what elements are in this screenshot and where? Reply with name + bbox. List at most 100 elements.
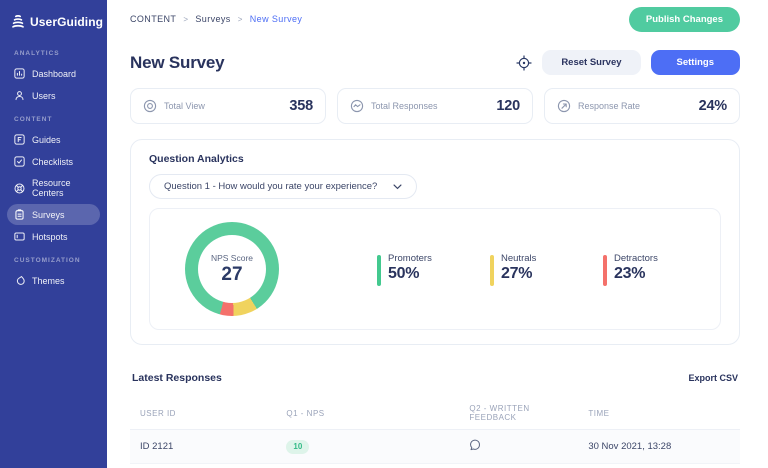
sidebar-section-analytics: ANALYTICS xyxy=(0,41,107,62)
breadcrumb-current: New Survey xyxy=(250,14,303,24)
legend-item-promoters: Promoters 50% xyxy=(377,253,434,286)
nps-score-value: 27 xyxy=(221,264,242,286)
neutrals-color-bar xyxy=(490,255,494,286)
export-csv-button[interactable]: Export CSV xyxy=(688,371,738,385)
breadcrumb-parent[interactable]: Surveys xyxy=(195,14,230,24)
feedback-cell: – xyxy=(459,464,578,468)
breadcrumb-root: CONTENT xyxy=(130,14,176,24)
nps-donut: NPS Score 27 xyxy=(185,222,279,316)
question-select-value: Question 1 - How would you rate your exp… xyxy=(164,181,377,192)
nps-legend: Promoters 50% Neutrals 27% xyxy=(377,253,660,286)
legend-value: 50% xyxy=(388,265,432,283)
sidebar-item-label: Resource Centers xyxy=(32,178,93,198)
sidebar-item-surveys[interactable]: Surveys xyxy=(7,204,100,225)
top-bar: CONTENT > Surveys > New Survey Publish C… xyxy=(130,0,740,38)
sidebar-item-guides[interactable]: Guides xyxy=(7,129,100,150)
resource-centers-icon xyxy=(14,183,25,194)
sidebar-item-dashboard[interactable]: Dashboard xyxy=(7,63,100,84)
sidebar-item-resource-centers[interactable]: Resource Centers xyxy=(7,173,100,203)
time-cell: 30 Nov 2021, 13:28 xyxy=(578,430,740,464)
sidebar-section-customization: CUSTOMIZATION xyxy=(0,248,107,269)
legend-item-neutrals: Neutrals 27% xyxy=(490,253,547,286)
feedback-cell xyxy=(459,430,578,464)
stat-value: 24% xyxy=(699,98,727,114)
total-view-icon xyxy=(143,99,157,113)
stat-card-total-view: Total View 358 xyxy=(130,88,326,124)
stat-card-total-responses: Total Responses 120 xyxy=(337,88,533,124)
stat-label: Total Responses xyxy=(371,101,438,111)
page-title: New Survey xyxy=(130,53,224,73)
sidebar-item-hotspots[interactable]: Hotspots xyxy=(7,226,100,247)
promoters-color-bar xyxy=(377,255,381,286)
comment-bubble-icon[interactable] xyxy=(469,439,481,451)
stats-row: Total View 358 Total Responses 120 xyxy=(130,88,740,124)
user-id-cell: ID 2122 xyxy=(130,464,276,468)
table-header-row: USER ID Q1 - NPS Q2 - WRITTEN FEEDBACK T… xyxy=(130,397,740,430)
stat-value: 120 xyxy=(496,98,520,114)
sidebar-item-label: Guides xyxy=(32,135,61,145)
sidebar-item-label: Surveys xyxy=(32,210,65,220)
sidebar: UserGuiding ANALYTICS Dashboard Users CO… xyxy=(0,0,107,468)
latest-responses-section: Latest Responses Export CSV USER ID Q1 -… xyxy=(130,371,740,468)
table-row[interactable]: ID 2122 5 – 28 Nov 2021, 23:01 xyxy=(130,464,740,468)
sidebar-section-content: CONTENT xyxy=(0,107,107,128)
nps-score-label: NPS Score xyxy=(211,253,253,263)
reset-survey-button[interactable]: Reset Survey xyxy=(542,50,640,75)
settings-button[interactable]: Settings xyxy=(651,50,740,75)
response-rate-icon xyxy=(557,99,571,113)
legend-label: Neutrals xyxy=(501,253,536,264)
chevron-down-icon xyxy=(393,184,402,190)
hotspots-icon xyxy=(14,231,25,242)
nps-donut-center: NPS Score 27 xyxy=(198,235,266,303)
breadcrumb-separator: > xyxy=(183,15,188,24)
publish-changes-button[interactable]: Publish Changes xyxy=(629,7,740,32)
legend-value: 23% xyxy=(614,265,658,283)
title-actions: Reset Survey Settings xyxy=(516,50,740,75)
column-header-time: TIME xyxy=(578,397,740,430)
breadcrumb-separator: > xyxy=(238,15,243,24)
question-select-dropdown[interactable]: Question 1 - How would you rate your exp… xyxy=(149,174,417,199)
user-id-cell: ID 2121 xyxy=(130,430,276,464)
table-row[interactable]: ID 2121 10 30 Nov 2021, 13:28 xyxy=(130,430,740,464)
sidebar-item-label: Themes xyxy=(32,276,65,286)
sidebar-item-label: Users xyxy=(32,91,56,101)
target-preview-button[interactable] xyxy=(516,55,532,71)
stat-label: Total View xyxy=(164,101,205,111)
nps-score-badge: 10 xyxy=(286,440,309,454)
column-header-q1-nps: Q1 - NPS xyxy=(276,397,459,430)
themes-icon xyxy=(14,275,25,286)
users-icon xyxy=(14,90,25,101)
sidebar-item-label: Dashboard xyxy=(32,69,76,79)
latest-responses-header: Latest Responses Export CSV xyxy=(130,371,740,385)
logo-text: UserGuiding xyxy=(30,15,103,29)
nps-chart-panel: NPS Score 27 Promoters 50% xyxy=(149,208,721,330)
nps-cell: 5 xyxy=(276,464,459,468)
sidebar-item-themes[interactable]: Themes xyxy=(7,270,100,291)
legend-value: 27% xyxy=(501,265,536,283)
dashboard-icon xyxy=(14,68,25,79)
breadcrumb: CONTENT > Surveys > New Survey xyxy=(130,14,302,24)
userguiding-logo-icon xyxy=(11,14,25,29)
nps-cell: 10 xyxy=(276,430,459,464)
sidebar-item-label: Hotspots xyxy=(32,232,68,242)
legend-item-detractors: Detractors 23% xyxy=(603,253,660,286)
column-header-user-id: USER ID xyxy=(130,397,276,430)
app-window: UserGuiding ANALYTICS Dashboard Users CO… xyxy=(0,0,768,468)
latest-responses-title: Latest Responses xyxy=(132,372,222,384)
surveys-icon xyxy=(14,209,25,220)
sidebar-item-users[interactable]: Users xyxy=(7,85,100,106)
stat-value: 358 xyxy=(289,98,313,114)
detractors-color-bar xyxy=(603,255,607,286)
column-header-q2-feedback: Q2 - WRITTEN FEEDBACK xyxy=(459,397,578,430)
time-cell: 28 Nov 2021, 23:01 xyxy=(578,464,740,468)
sidebar-item-checklists[interactable]: Checklists xyxy=(7,151,100,172)
stat-label: Response Rate xyxy=(578,101,640,111)
guides-icon xyxy=(14,134,25,145)
total-responses-icon xyxy=(350,99,364,113)
sidebar-item-label: Checklists xyxy=(32,157,73,167)
title-row: New Survey Reset Survey Settings xyxy=(130,50,740,75)
question-analytics-card: Question Analytics Question 1 - How woul… xyxy=(130,139,740,345)
question-analytics-title: Question Analytics xyxy=(149,153,721,165)
logo: UserGuiding xyxy=(0,10,107,41)
stat-card-response-rate: Response Rate 24% xyxy=(544,88,740,124)
